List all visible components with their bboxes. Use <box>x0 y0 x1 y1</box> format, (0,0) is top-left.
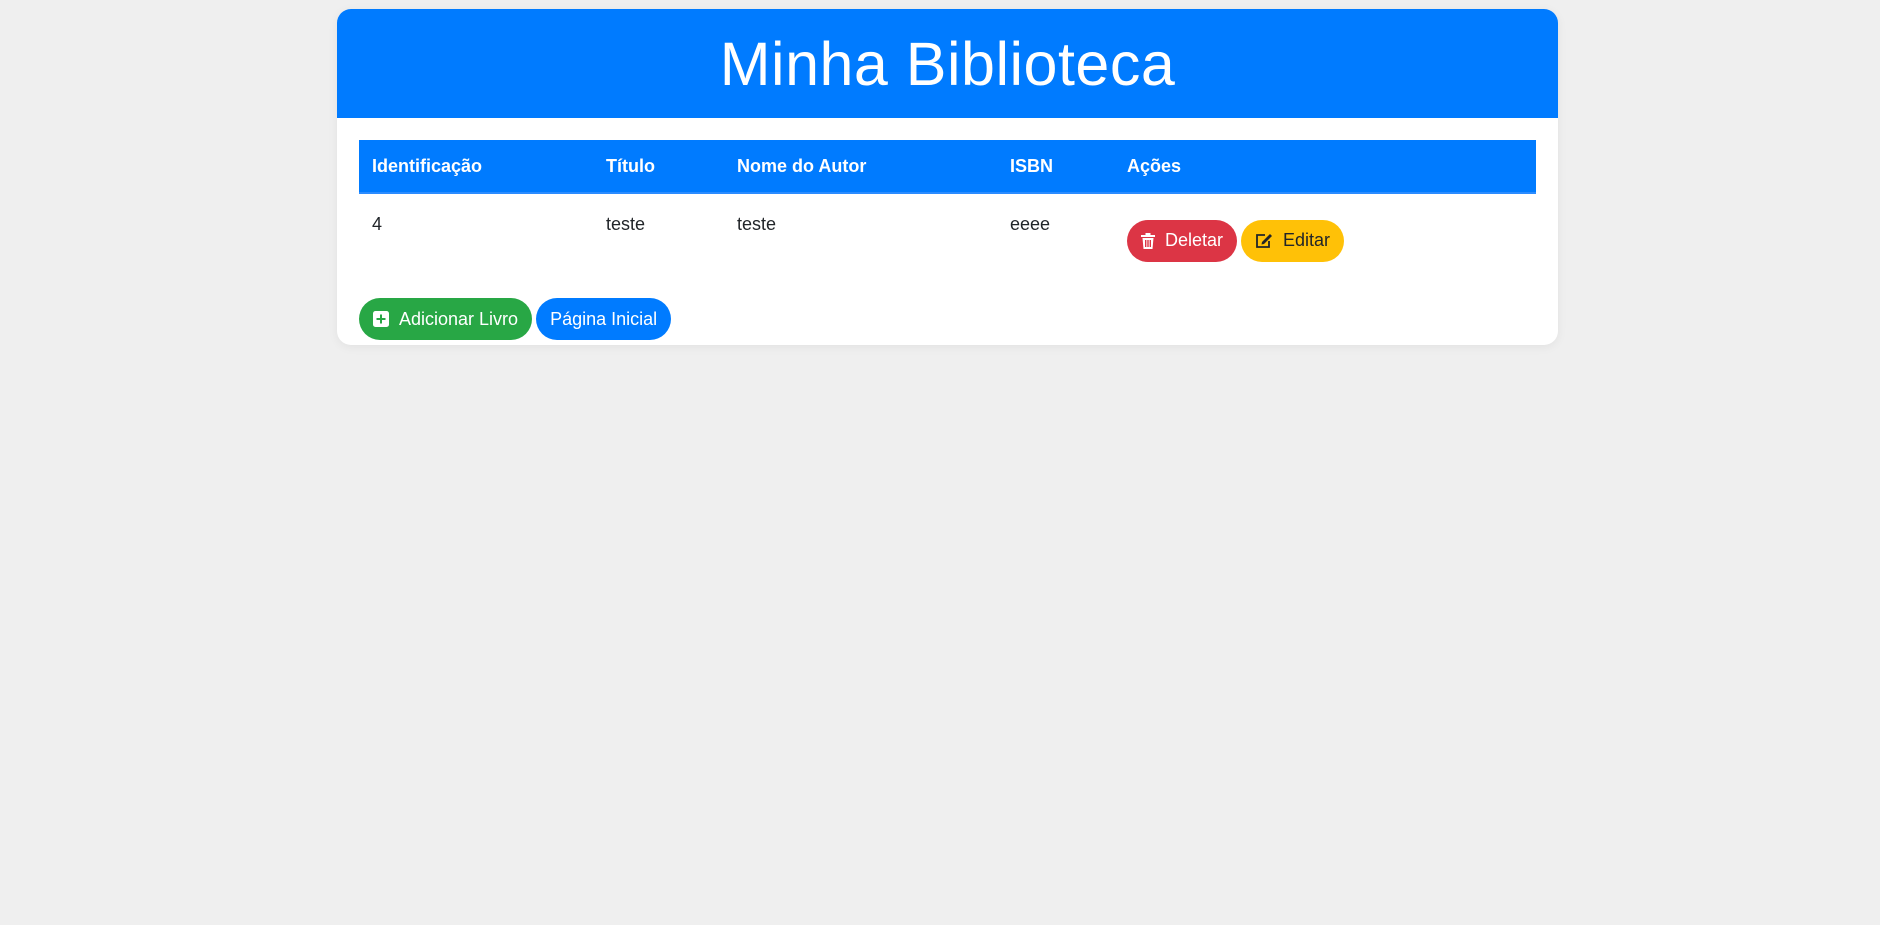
page-title: Minha Biblioteca <box>719 29 1176 98</box>
home-page-button-label: Página Inicial <box>550 308 658 329</box>
edit-button[interactable]: Editar <box>1241 219 1345 262</box>
library-card: Minha Biblioteca Identificação Título No… <box>337 9 1558 345</box>
table-row: 4 teste teste eeee Deletar Editar <box>359 193 1536 287</box>
column-header-actions: Ações <box>1114 140 1536 194</box>
cell-author: teste <box>737 214 777 234</box>
edit-button-label: Editar <box>1283 230 1331 250</box>
card-header: Minha Biblioteca <box>337 9 1558 118</box>
cell-isbn: eeee <box>1010 214 1051 234</box>
delete-button[interactable]: Deletar <box>1127 219 1238 262</box>
cell-actions: Deletar Editar <box>1114 193 1536 287</box>
trash-icon <box>1141 232 1155 249</box>
card-body: Identificação Título Nome do Autor ISBN … <box>337 118 1558 340</box>
cell-title: teste <box>606 214 646 234</box>
edit-icon <box>1255 233 1273 249</box>
plus-square-icon <box>373 311 389 327</box>
home-page-button[interactable]: Página Inicial <box>536 298 672 340</box>
delete-button-label: Deletar <box>1165 230 1224 250</box>
cell-id: 4 <box>372 214 383 234</box>
column-header-title: Título <box>593 140 724 194</box>
add-book-button[interactable]: Adicionar Livro <box>359 298 533 340</box>
column-header-author: Nome do Autor <box>724 140 997 194</box>
add-book-button-label: Adicionar Livro <box>399 308 519 329</box>
footer-actions: Adicionar Livro Página Inicial <box>359 298 1536 340</box>
column-header-id: Identificação <box>359 140 593 194</box>
column-header-isbn: ISBN <box>997 140 1114 194</box>
books-table: Identificação Título Nome do Autor ISBN … <box>359 140 1536 287</box>
table-header-row: Identificação Título Nome do Autor ISBN … <box>359 140 1536 194</box>
